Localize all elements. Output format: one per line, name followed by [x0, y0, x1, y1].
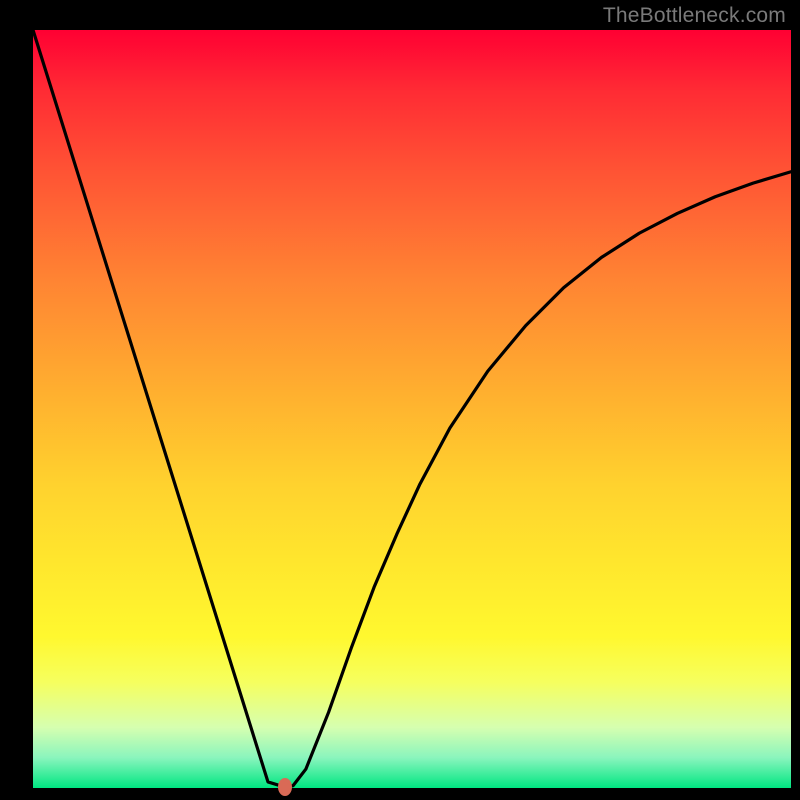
- watermark-text: TheBottleneck.com: [603, 4, 786, 28]
- bottleneck-curve: [33, 30, 791, 788]
- optimal-point-marker: [278, 778, 292, 796]
- plot-area: [33, 30, 791, 788]
- chart-frame: TheBottleneck.com: [0, 0, 800, 800]
